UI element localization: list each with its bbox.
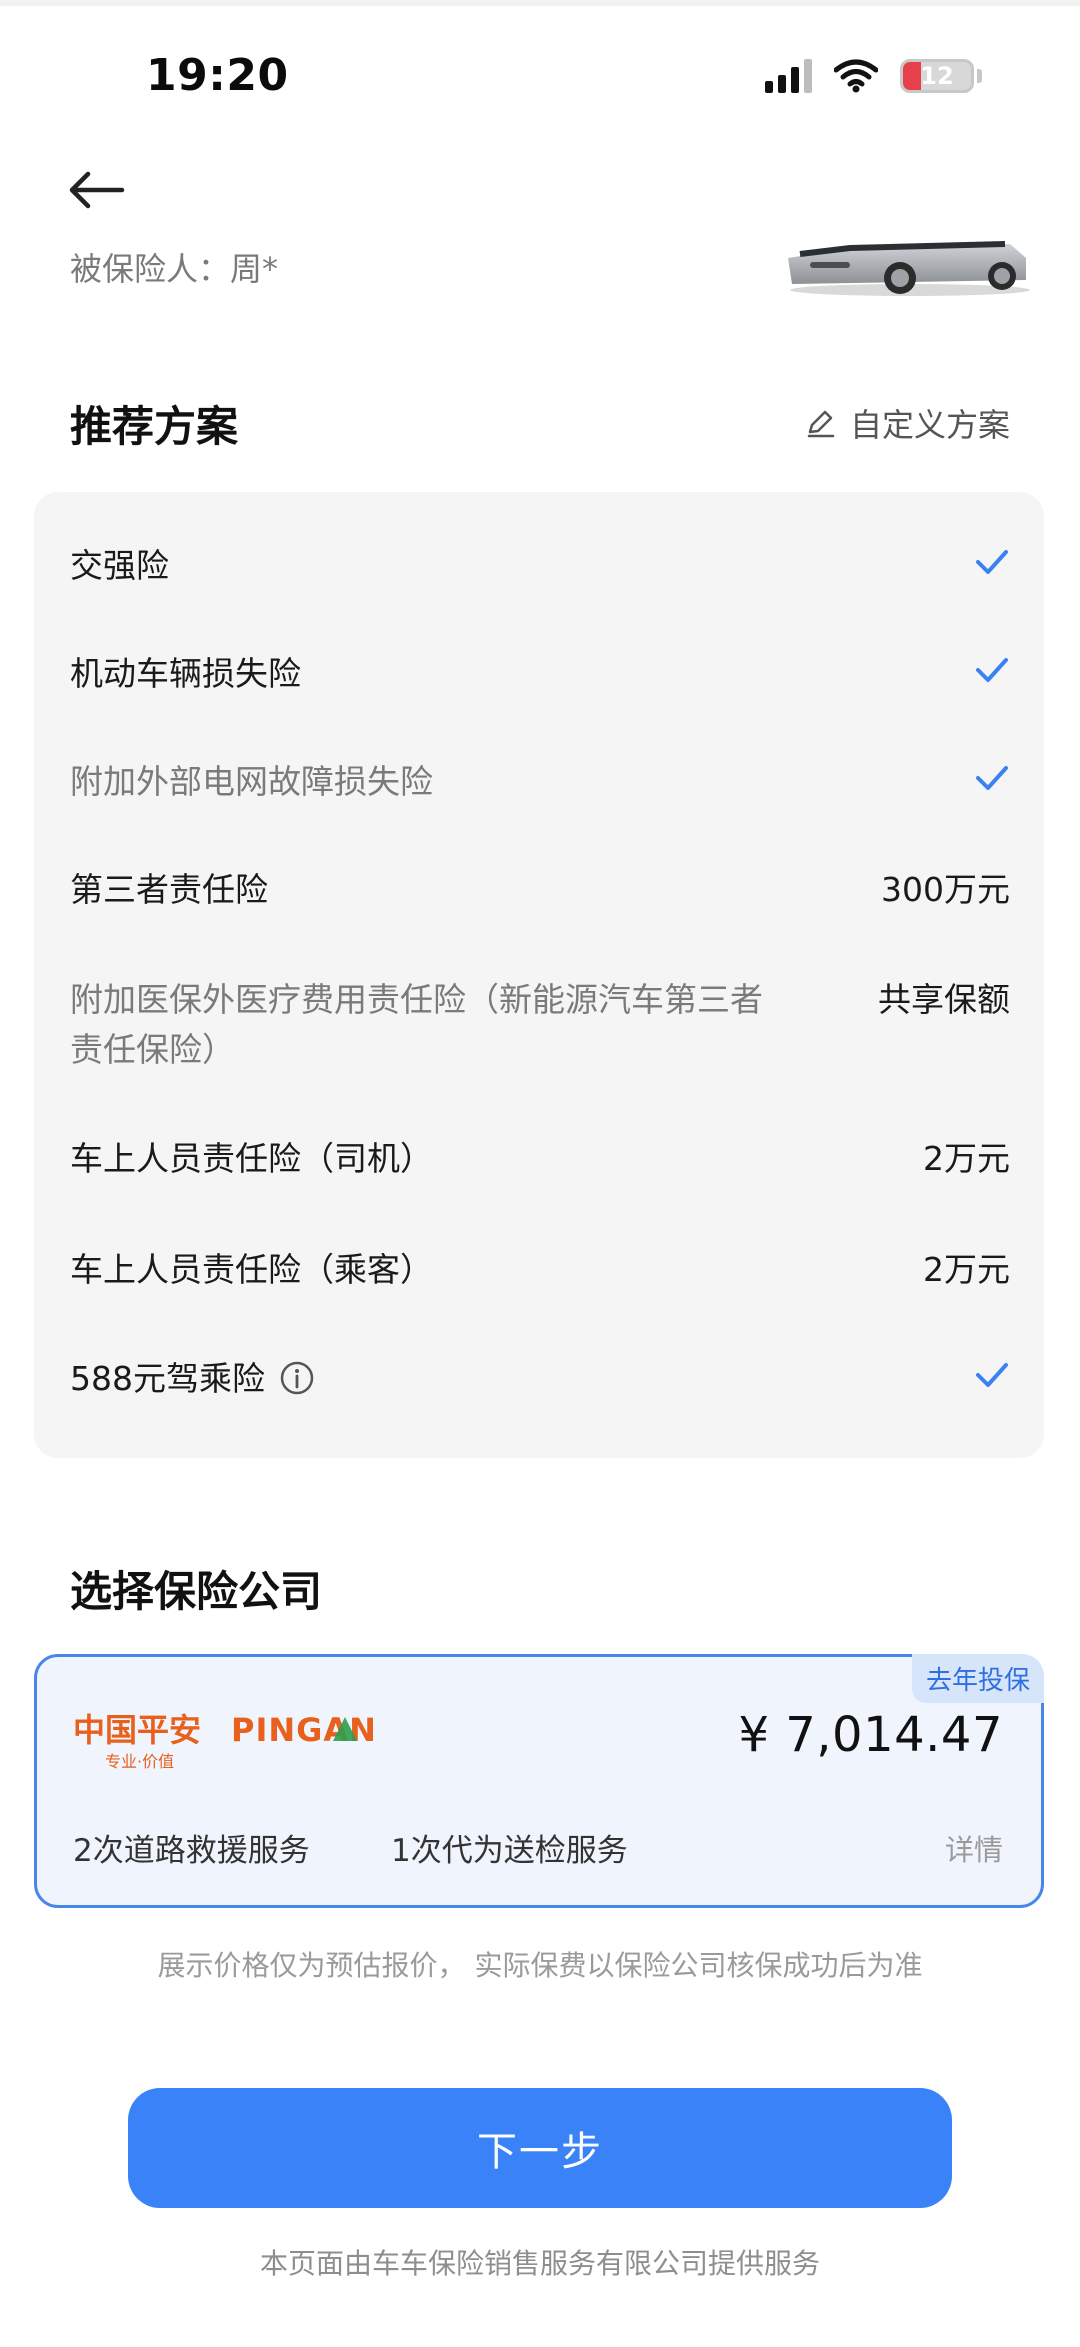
plan-item-name-line2: 责任保险） [70, 1030, 235, 1069]
pencil-icon [807, 410, 835, 438]
plan-item-grid-fault[interactable]: 附加外部电网故障损失险 [70, 757, 1010, 807]
details-link[interactable]: 详情 [945, 1827, 1003, 1869]
battery-cap [977, 69, 982, 83]
price-disclaimer: 展示价格仅为预估报价， 实际保费以保险公司核保成功后为准 [157, 1949, 923, 1982]
plan-item-value: 2万元 [923, 1139, 1010, 1178]
plan-item-vehicle-damage[interactable]: 机动车辆损失险 [70, 649, 1010, 699]
svg-text:PINGAN: PINGAN [231, 1711, 377, 1749]
plan-item-name: 车上人员责任险（乘客） [70, 1250, 433, 1289]
plan-item-name-line1: 附加医保外医疗费用责任险（新能源汽车第三者 [70, 980, 763, 1019]
custom-plan-label: 自定义方案 [849, 406, 1010, 444]
cellular-signal-icon [765, 59, 812, 93]
choose-company-title: 选择保险公司 [70, 1567, 323, 1616]
plan-item-value: 共享保额 [878, 980, 1010, 1019]
plan-item-ride-insurance[interactable]: 588元驾乘险 [70, 1354, 1010, 1404]
wifi-icon [834, 59, 878, 93]
company-card-pingan[interactable]: 去年投保 中国平安 PINGAN 专业·价值 ¥ 7,014.47 2次道路救援… [34, 1654, 1044, 1908]
insured-person: 被保险人：周* [70, 250, 279, 288]
svg-text:专业·价值: 专业·价值 [105, 1752, 174, 1771]
plan-item-third-party[interactable]: 第三者责任险 300万元 [70, 865, 1010, 915]
plan-item-name: 交强险 [70, 546, 169, 585]
recommended-plan-title: 推荐方案 [70, 402, 239, 451]
battery-icon: 12 [900, 59, 974, 93]
service-road-rescue: 2次道路救援服务 [73, 1833, 310, 1869]
status-icons: 12 [765, 54, 982, 98]
company-price: ¥ 7,014.47 [738, 1707, 1003, 1763]
back-button[interactable] [64, 162, 128, 218]
check-icon [976, 658, 1008, 682]
pingan-logo: 中国平安 PINGAN 专业·价值 [73, 1711, 377, 1771]
info-icon[interactable] [279, 1360, 315, 1396]
arrow-left-icon [69, 171, 125, 209]
plan-item-passenger[interactable]: 车上人员责任险（乘客） 2万元 [70, 1245, 1010, 1295]
plan-item-name: 车上人员责任险（司机） [70, 1139, 433, 1178]
plan-item-name: 附加外部电网故障损失险 [70, 762, 433, 801]
top-strip [0, 0, 1080, 6]
battery-level-text: 12 [920, 62, 954, 90]
footer-provider-note: 本页面由车车保险销售服务有限公司提供服务 [259, 2247, 820, 2280]
svg-text:中国平安: 中国平安 [73, 1711, 201, 1749]
check-icon [976, 1363, 1008, 1387]
service-inspection: 1次代为送检服务 [391, 1833, 628, 1869]
plan-item-name: 机动车辆损失险 [70, 654, 301, 693]
plan-item-name: 第三者责任险 [70, 870, 268, 909]
status-time: 19:20 [146, 50, 289, 101]
plan-item-name-wrap: 588元驾乘险 [70, 1354, 315, 1404]
check-icon [976, 550, 1008, 574]
last-year-badge: 去年投保 [911, 1654, 1044, 1703]
plan-item-name: 588元驾乘险 [70, 1359, 265, 1398]
plan-item-compulsory[interactable]: 交强险 [70, 541, 1010, 591]
plan-item-value: 2万元 [923, 1250, 1010, 1289]
plan-item-medical[interactable]: 附加医保外医疗费用责任险（新能源汽车第三者 责任保险） 共享保额 [70, 975, 1010, 1075]
plan-item-value: 300万元 [881, 870, 1010, 909]
next-step-button[interactable]: 下一步 [128, 2088, 952, 2208]
car-image [788, 241, 1030, 296]
check-icon [976, 766, 1008, 790]
custom-plan-button[interactable]: 自定义方案 [806, 400, 1010, 446]
plan-item-name: 附加医保外医疗费用责任险（新能源汽车第三者 责任保险） [70, 975, 763, 1075]
plan-item-driver[interactable]: 车上人员责任险（司机） 2万元 [70, 1134, 1010, 1184]
